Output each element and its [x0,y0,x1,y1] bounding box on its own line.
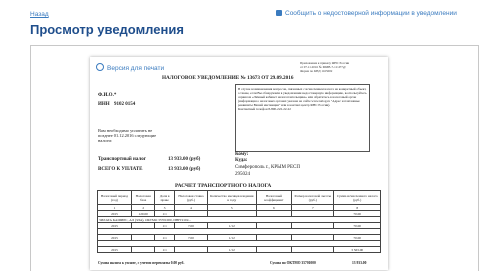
inn-label: ИНН [98,102,110,107]
footer-value: 13 933.00 [352,261,367,265]
table-header-cell: Налоговая ставка (руб.) [173,190,209,205]
notification-document: Приложение к приказу ФНС России от 07.11… [90,57,388,270]
header-line: Форма по КНД 1165002 [300,69,333,73]
document-title: НАЛОГОВОЕ УВЕДОМЛЕНИЕ № 13673 ОТ 29.09.2… [162,75,294,81]
table-cell [255,246,293,253]
footer-left: Сумма налога к уплате, с учетом переплат… [98,261,185,265]
report-info-label: Сообщить о недостоверной информации в ув… [285,10,457,17]
kuda-label: Куда: [235,158,248,163]
total-label: ВСЕГО К УПЛАТЕ [98,167,143,172]
table-title: РАСЧЕТ ТРАНСПОРТНОГО НАЛОГА [175,183,272,189]
table-header-cell: Сумма исчисленного налога (руб.) [333,190,381,205]
table-header-cell: Доля в праве [154,190,175,205]
table-header-row: Налоговый период (год) Налоговая база Доля… [97,190,381,205]
komu-label: Кому: [235,152,249,157]
table-header-cell: Налоговый период (год) [97,190,132,205]
notice-box: В случае возникновения вопросов, связанн… [235,84,370,152]
tax-label: Транспортный налог [98,157,146,162]
print-version-link[interactable]: Версия для печати [96,63,164,72]
tax-amount: 13 933.00 (руб) [168,157,201,162]
back-breadcrumb-link[interactable]: Назад [30,11,49,18]
table-cell [173,246,209,253]
postcode: 295024 [235,172,250,177]
kuda-address: Симферополь г., КРЫМ РЕСП [235,165,300,170]
table-row: 2015 1/1 1/12 3 563.00 [97,246,381,253]
tax-calculation-table: Налоговый период (год) Налоговая база Доля… [97,190,381,253]
print-version-label: Версия для печати [107,65,165,72]
table-cell [130,246,156,253]
contact-phone: Контактный телефон 8-800-222-22-22 [238,107,291,111]
info-icon [276,10,282,16]
table-cell: 1/1 [154,246,175,253]
table-header-cell: Размер налоговой льготы (руб.) [291,190,335,205]
inn-value: 9102 0154 [114,102,136,107]
print-icon [96,63,104,71]
table-cell: 3 563.00 [333,246,381,253]
fio-label: Ф.И.О.* [98,93,117,98]
table-header-cell: Количество месяцев владения в году [207,190,257,205]
table-cell: 2015 [97,246,132,253]
notice-text: В случае возникновения вопросов, связанн… [238,87,367,107]
pay-instruction: Вам необходимо уплатить не позднее 01.12… [98,128,157,143]
report-info-link[interactable]: Сообщить о недостоверной информации в ув… [276,10,457,17]
page-title: Просмотр уведомления [30,22,184,37]
table-header-cell: Налоговый коэффициент [255,190,293,205]
footer-right: Сумма по ОКТМО 35701000 [270,261,316,265]
total-amount: 13 933.00 (руб) [168,167,201,172]
table-cell [291,246,335,253]
table-header-cell: Налоговая база [130,190,156,205]
table-cell: 1/12 [207,246,257,253]
